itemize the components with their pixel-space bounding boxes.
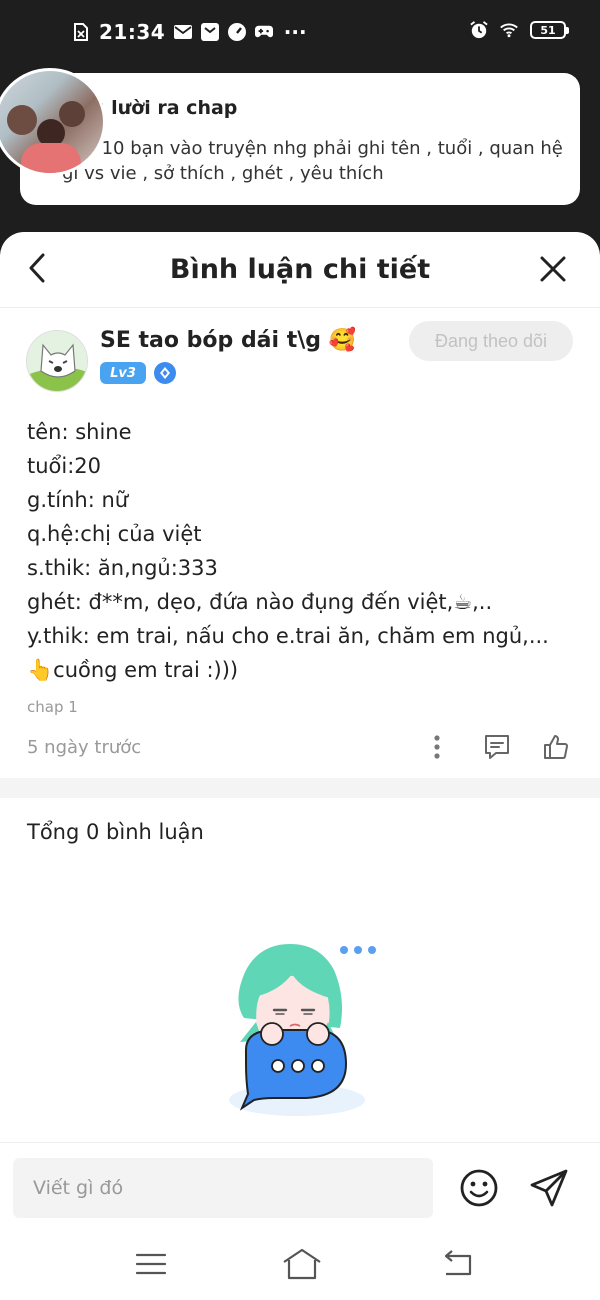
comment-timestamp: 5 ngày trước (27, 737, 142, 758)
total-replies-label: Tổng 0 bình luận (27, 820, 204, 844)
level-badge: Lv3 (100, 362, 146, 384)
battery-level: 51 (540, 23, 556, 37)
recent-apps-button[interactable] (133, 1246, 169, 1282)
notification-icon (201, 23, 220, 41)
following-button[interactable]: Đang theo dõi (409, 321, 573, 361)
home-button[interactable] (282, 1246, 321, 1282)
more-vertical-icon (434, 735, 440, 759)
diamond-badge-icon (154, 362, 176, 384)
comment-line: g.tính: nữ (27, 488, 129, 512)
comment-detail-sheet: Bình luận chi tiết SE tao bóp dái t\g 🥰 … (0, 232, 600, 1300)
section-divider (0, 778, 600, 798)
comment-line: tên: shine (27, 420, 132, 444)
empty-state-illustration (222, 940, 382, 1120)
menu-icon (135, 1253, 167, 1275)
gamepad-icon (255, 23, 274, 41)
emoji-button[interactable] (458, 1167, 500, 1209)
comment-body: tên: shine tuổi:20 g.tính: nữ q.hệ:chị c… (27, 415, 587, 687)
comment-line: ghét: đ**m, dẹo, đứa nào đụng đến việt,☕… (27, 590, 493, 614)
comment-line: tuổi:20 (27, 454, 102, 478)
comment-line: y.thik: em trai, nấu cho e.trai ăn, chăm… (27, 624, 549, 648)
comment-input[interactable] (13, 1158, 433, 1218)
author-avatar[interactable] (26, 330, 88, 392)
system-nav-bar (0, 1230, 600, 1300)
close-button[interactable] (538, 254, 568, 284)
author-name[interactable]: SE tao bóp dái t\g 🥰 (100, 328, 356, 353)
smiley-icon (460, 1169, 498, 1207)
send-button[interactable] (528, 1167, 570, 1209)
comment-line: 👆cuồng em trai :))) (27, 658, 239, 682)
mail-icon (174, 23, 193, 41)
post-text: hận 10 bạn vào truyện nhg phải ghi tên ,… (62, 138, 563, 184)
more-dots-icon: ··· (283, 20, 307, 44)
thumbs-up-icon (544, 735, 568, 759)
comment-icon (485, 735, 509, 759)
post-title: /g lười ra chap (84, 97, 238, 119)
speedometer-icon (228, 23, 247, 41)
alarm-icon (470, 21, 488, 39)
send-icon (530, 1169, 568, 1207)
status-bar: 21:34 ··· 51 (0, 0, 600, 66)
back-nav-button[interactable] (440, 1246, 476, 1282)
reply-button[interactable] (482, 732, 512, 762)
chapter-link[interactable]: chap 1 (27, 698, 78, 716)
status-left: 21:34 ··· (72, 20, 308, 44)
post-card[interactable]: /g lười ra chap hận 10 bạn vào truyện nh… (20, 73, 580, 205)
status-time: 21:34 (99, 20, 166, 44)
wifi-icon (500, 21, 518, 39)
more-options-button[interactable] (422, 732, 452, 762)
comment-input-bar (0, 1142, 600, 1230)
comment-line: q.hệ:chị của việt (27, 522, 202, 546)
sheet-header: Bình luận chi tiết (0, 232, 600, 308)
status-right: 51 (470, 21, 569, 39)
close-icon (540, 256, 566, 282)
comment-line: s.thik: ăn,ngủ:333 (27, 556, 218, 580)
battery-icon: 51 (530, 21, 569, 39)
sim-icon (72, 23, 90, 41)
page-title: Bình luận chi tiết (169, 254, 431, 285)
home-icon (283, 1248, 321, 1280)
back-arrow-icon (444, 1250, 472, 1276)
like-button[interactable] (541, 732, 571, 762)
